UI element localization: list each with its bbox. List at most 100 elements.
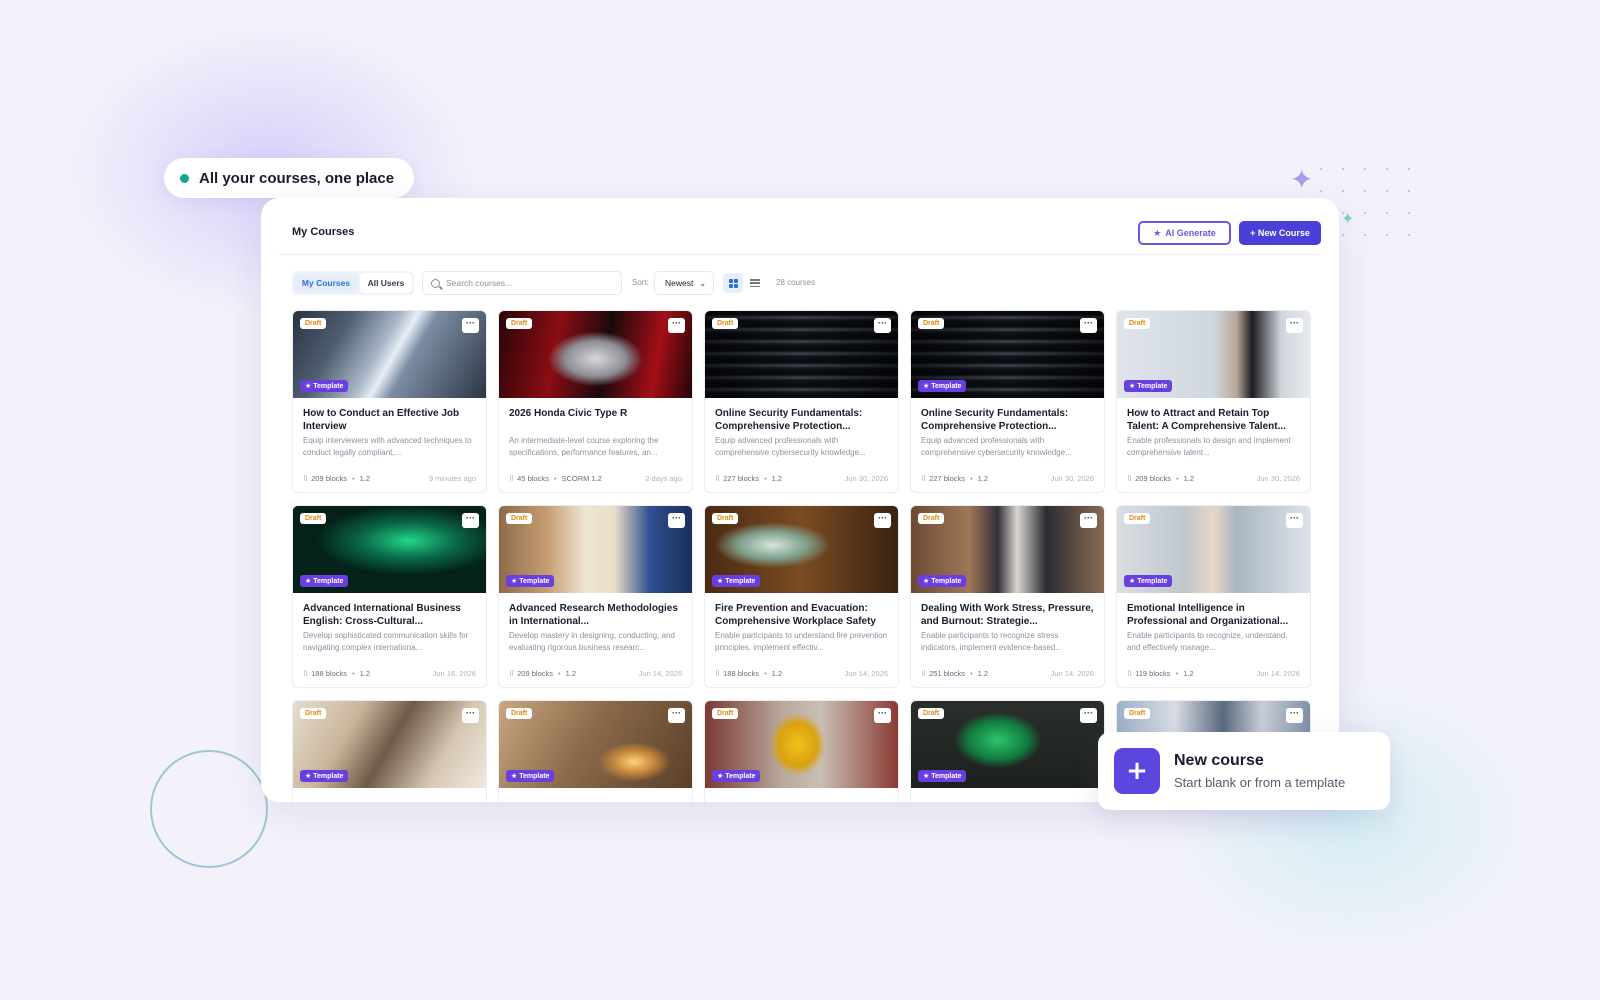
draft-badge: Draft bbox=[1124, 318, 1151, 329]
card-body: How to Attract and Retain Top Talent: A … bbox=[1117, 398, 1310, 458]
meta-separator: • bbox=[970, 669, 973, 678]
more-icon[interactable]: ··· bbox=[874, 708, 891, 723]
course-title: How to Conduct an Effective Job Intervie… bbox=[303, 408, 460, 432]
course-thumbnail: Draft ··· ★ Template bbox=[911, 311, 1104, 398]
sort-label: Sort: bbox=[632, 278, 649, 287]
template-badge: ★ Template bbox=[918, 380, 967, 392]
course-card[interactable]: Draft ··· Online Security Fundamentals: Co… bbox=[704, 310, 899, 493]
course-card[interactable]: Draft ··· ★ Template bbox=[292, 700, 487, 802]
course-description: Develop mastery in designing, conducting… bbox=[509, 631, 675, 652]
more-icon[interactable]: ··· bbox=[874, 318, 891, 333]
course-card[interactable]: Draft ··· ★ Template Fire Prevention and Ev… bbox=[704, 505, 899, 688]
course-version: 1.2 bbox=[1183, 474, 1195, 483]
sort-select[interactable]: Newest ⌄ bbox=[654, 271, 714, 295]
course-description: Enable participants to recognize stress … bbox=[921, 631, 1062, 652]
course-title: Advanced International Business English:… bbox=[303, 603, 461, 627]
sort-value: Newest bbox=[665, 278, 694, 288]
blocks-icon: ⠿ bbox=[1127, 670, 1133, 678]
course-card[interactable]: Draft ··· ★ Template bbox=[910, 700, 1105, 802]
course-meta: ⠿ 209 blocks • 1.2 9 minutes ago bbox=[303, 474, 476, 483]
course-card[interactable]: Draft ··· ★ Template Dealing With Work Stre… bbox=[910, 505, 1105, 688]
course-card[interactable]: Draft ··· ★ Template Emotional Intelligence… bbox=[1116, 505, 1311, 688]
course-date: Jun 14, 2026 bbox=[1050, 669, 1094, 678]
headline-pill: All your courses, one place bbox=[164, 158, 415, 198]
more-icon[interactable]: ··· bbox=[1286, 513, 1303, 528]
course-card[interactable]: Draft ··· ★ Template bbox=[498, 700, 693, 802]
tab-all-users[interactable]: All Users bbox=[360, 273, 412, 293]
draft-badge: Draft bbox=[1124, 513, 1151, 524]
more-icon[interactable]: ··· bbox=[462, 318, 479, 333]
course-version: 1.2 bbox=[359, 474, 371, 483]
new-course-button[interactable]: + New Course bbox=[1239, 221, 1321, 245]
course-thumbnail: Draft ··· ★ Template bbox=[911, 701, 1104, 788]
card-body: Dealing With Work Stress, Pressure, and … bbox=[911, 593, 1104, 653]
more-icon[interactable]: ··· bbox=[1080, 318, 1097, 333]
blocks-icon: ⠿ bbox=[303, 670, 309, 678]
toast-title: New course bbox=[1174, 752, 1264, 769]
blocks-icon: ⠿ bbox=[921, 670, 927, 678]
tab-my-courses[interactable]: My Courses bbox=[294, 273, 358, 293]
list-view-button[interactable] bbox=[745, 273, 765, 293]
sparkle-icon: ✦ bbox=[1341, 209, 1355, 228]
draft-badge: Draft bbox=[506, 708, 533, 719]
template-badge: ★ Template bbox=[300, 575, 349, 587]
blocks-icon: ⠿ bbox=[715, 670, 721, 678]
course-thumbnail: Draft ··· ★ Template bbox=[1117, 506, 1310, 593]
course-card[interactable]: Draft ··· ★ Template Advanced International… bbox=[292, 505, 487, 688]
course-description: An intermediate-level course exploring t… bbox=[509, 436, 659, 457]
course-title: Dealing With Work Stress, Pressure, and … bbox=[921, 603, 1094, 627]
more-icon[interactable]: ··· bbox=[668, 708, 685, 723]
course-thumbnail: Draft ··· ★ Template bbox=[1117, 311, 1310, 398]
template-badge: ★ Template bbox=[506, 770, 555, 782]
template-badge: ★ Template bbox=[1124, 380, 1173, 392]
more-icon[interactable]: ··· bbox=[874, 513, 891, 528]
more-icon[interactable]: ··· bbox=[1080, 708, 1097, 723]
draft-badge: Draft bbox=[712, 318, 739, 329]
chevron-down-icon: ⌄ bbox=[699, 278, 707, 288]
course-thumbnail: Draft ··· ★ Template bbox=[293, 701, 486, 788]
blocks-icon: ⠿ bbox=[509, 475, 515, 483]
course-version: 1.2 bbox=[771, 474, 783, 483]
course-description: Enable professionals to design and imple… bbox=[1127, 436, 1291, 457]
draft-badge: Draft bbox=[1124, 708, 1151, 719]
more-icon[interactable]: ··· bbox=[462, 513, 479, 528]
search-box[interactable] bbox=[422, 271, 622, 295]
grid-icon bbox=[728, 278, 738, 288]
card-body: Advanced International Business English:… bbox=[293, 593, 486, 653]
course-thumbnail: Draft ··· ★ Template bbox=[499, 506, 692, 593]
course-meta: ⠿ 188 blocks • 1.2 Jun 14, 2026 bbox=[715, 669, 888, 678]
plus-icon[interactable]: + bbox=[1114, 748, 1160, 794]
course-date: Jun 30, 2026 bbox=[1256, 474, 1300, 483]
course-card[interactable]: Draft ··· ★ Template Advanced Research Meth… bbox=[498, 505, 693, 688]
card-body: Fire Prevention and Evacuation: Comprehe… bbox=[705, 593, 898, 653]
course-description: Equip advanced professionals with compre… bbox=[715, 436, 866, 457]
course-description: Equip advanced professionals with compre… bbox=[921, 436, 1072, 457]
course-version: SCORM 1.2 bbox=[561, 474, 602, 483]
more-icon[interactable]: ··· bbox=[462, 708, 479, 723]
more-icon[interactable]: ··· bbox=[1286, 708, 1303, 723]
course-date: 9 minutes ago bbox=[428, 474, 476, 483]
course-card[interactable]: Draft ··· ★ Template How to Attract and Ret… bbox=[1116, 310, 1311, 493]
course-card[interactable]: Draft ··· ★ Template Online Security Fundam… bbox=[910, 310, 1105, 493]
grid-view-button[interactable] bbox=[723, 273, 743, 293]
search-input[interactable] bbox=[446, 278, 606, 288]
more-icon[interactable]: ··· bbox=[1080, 513, 1097, 528]
course-meta: ⠿ 209 blocks • 1.2 Jun 14, 2026 bbox=[509, 669, 682, 678]
more-icon[interactable]: ··· bbox=[668, 318, 685, 333]
page-title: My Courses bbox=[292, 226, 355, 238]
new-course-toast[interactable]: + New course Start blank or from a templ… bbox=[1098, 732, 1390, 810]
meta-separator: • bbox=[1176, 474, 1179, 483]
course-title: Online Security Fundamentals: Comprehens… bbox=[921, 408, 1069, 432]
more-icon[interactable]: ··· bbox=[1286, 318, 1303, 333]
course-card[interactable]: Draft ··· 2026 Honda Civic Type R An interm… bbox=[498, 310, 693, 493]
template-badge: ★ Template bbox=[300, 380, 349, 392]
ai-generate-button[interactable]: ★ AI Generate bbox=[1138, 221, 1231, 245]
course-card[interactable]: Draft ··· ★ Template How to Conduct an Effe… bbox=[292, 310, 487, 493]
draft-badge: Draft bbox=[918, 708, 945, 719]
course-thumbnail: Draft ··· ★ Template bbox=[705, 701, 898, 788]
block-count: 227 blocks bbox=[929, 474, 965, 483]
course-description: Equip interviewers with advanced techniq… bbox=[303, 436, 472, 457]
more-icon[interactable]: ··· bbox=[668, 513, 685, 528]
blocks-icon: ⠿ bbox=[303, 475, 309, 483]
course-card[interactable]: Draft ··· ★ Template bbox=[704, 700, 899, 802]
